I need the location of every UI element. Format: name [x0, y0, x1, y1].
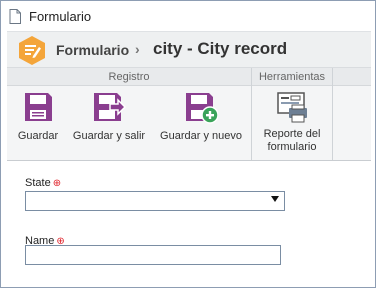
app-logo-icon	[19, 36, 45, 65]
group-title-herramientas: Herramientas	[252, 68, 332, 86]
title-bar: Formulario	[1, 1, 375, 31]
save-button-label: Guardar	[17, 130, 59, 142]
group-title-empty	[333, 68, 371, 86]
page-header: Formulario › city - City record	[7, 31, 371, 67]
save-exit-button-label: Guardar y salir	[72, 130, 146, 142]
state-select[interactable]	[25, 191, 285, 211]
name-input[interactable]	[25, 245, 281, 265]
save-exit-button[interactable]: Guardar y salir	[69, 90, 149, 143]
ribbon-toolbar: Registro Herramientas Guardar Guardar y …	[7, 67, 371, 161]
report-icon	[277, 92, 307, 123]
page-title: city - City record	[153, 39, 288, 58]
save-button[interactable]: Guardar	[9, 90, 67, 143]
state-label-text: State	[25, 177, 51, 189]
save-exit-icon	[94, 93, 126, 121]
form-report-button[interactable]: Reporte del formulario	[254, 90, 330, 154]
form-report-button-label: Reporte del formulario	[263, 128, 321, 153]
required-icon: ⊕	[52, 178, 62, 189]
save-new-button[interactable]: Guardar y nuevo	[155, 90, 247, 143]
document-icon	[9, 9, 21, 24]
breadcrumb-separator: ›	[135, 41, 140, 57]
window-title: Formulario	[29, 9, 92, 24]
breadcrumb[interactable]: Formulario	[56, 42, 129, 58]
group-divider	[332, 68, 333, 160]
save-new-icon	[186, 93, 218, 124]
record-form: State ⊕ Name ⊕	[7, 161, 371, 281]
save-new-button-label: Guardar y nuevo	[160, 130, 242, 142]
form-window: Formulario Formulario › city - City reco…	[0, 0, 376, 288]
group-title-registro: Registro	[7, 68, 251, 86]
dropdown-arrow-icon[interactable]	[271, 196, 279, 202]
save-icon	[25, 93, 52, 121]
group-divider	[251, 68, 252, 160]
state-field-label: State ⊕	[25, 177, 61, 189]
